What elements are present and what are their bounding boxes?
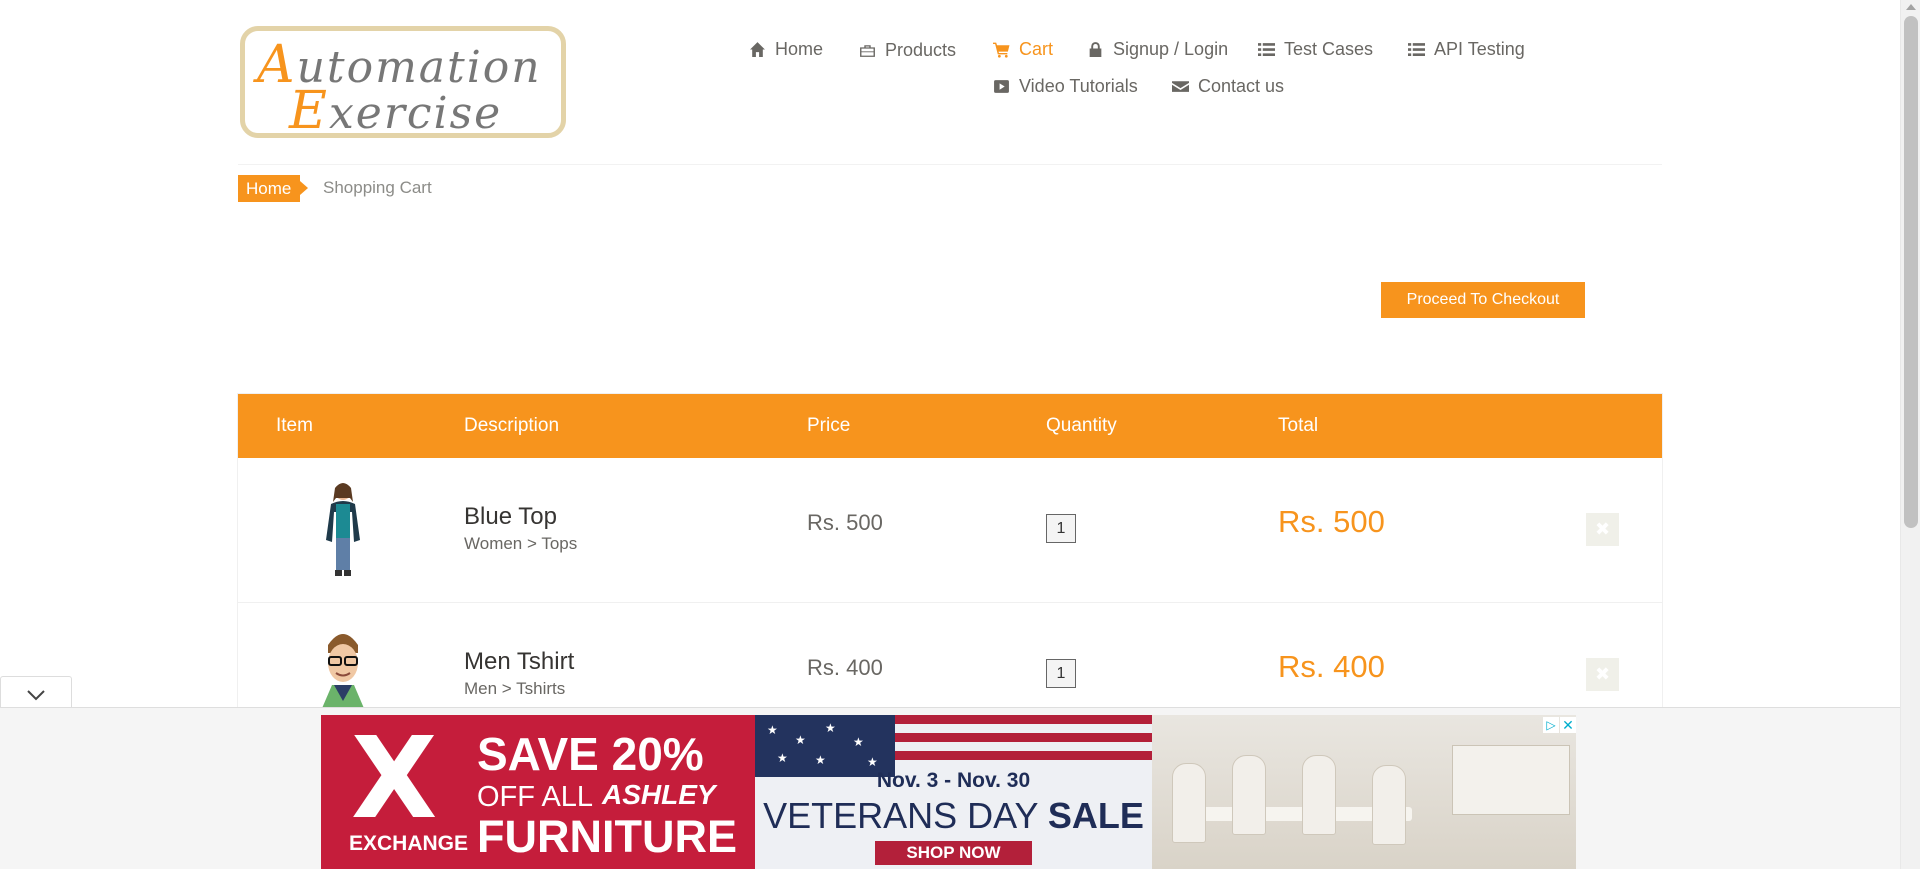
- ad-furniture-text: FURNITURE: [477, 811, 737, 862]
- ad-chair: [1232, 755, 1266, 835]
- header-price: Price: [807, 415, 851, 436]
- list-icon: [1408, 43, 1425, 56]
- quantity-button[interactable]: 1: [1046, 659, 1076, 688]
- ad-banner[interactable]: X EXCHANGE SAVE 20% OFF ALL ASHLEY FURNI…: [321, 715, 1576, 869]
- breadcrumb-home[interactable]: Home: [238, 175, 309, 202]
- product-price: Rs. 400: [807, 655, 883, 680]
- ad-chair: [1172, 763, 1206, 843]
- cart-row: Blue Top Women > Tops Rs. 500 1 Rs. 500 …: [238, 458, 1662, 603]
- nav-item-products[interactable]: Products: [859, 40, 956, 61]
- product-image-men-tshirt[interactable]: [298, 623, 388, 713]
- flag-stripe: [895, 715, 1152, 724]
- cart-row: Men Tshirt Men > Tshirts Rs. 400 1 Rs. 4…: [238, 603, 1662, 713]
- header-quantity: Quantity: [1046, 415, 1117, 436]
- star-icon: ★: [767, 723, 778, 737]
- chevron-down-icon: [27, 690, 45, 701]
- site-logo[interactable]: Automation Exercise: [240, 26, 566, 141]
- times-icon: ✖: [1594, 664, 1611, 684]
- product-category: Women > Tops: [464, 534, 578, 553]
- nav-item-contact-us[interactable]: Contact us: [1172, 76, 1284, 97]
- product-name[interactable]: Blue Top: [464, 503, 557, 531]
- adchoices-icon[interactable]: ▷: [1543, 717, 1559, 733]
- ad-chair: [1302, 755, 1336, 835]
- product-total: Rs. 400: [1278, 649, 1385, 684]
- star-icon: ★: [867, 755, 878, 769]
- nav-item-cart[interactable]: Cart: [993, 39, 1053, 60]
- briefcase-icon: [860, 45, 875, 57]
- header-item: Item: [276, 415, 313, 436]
- nav-item-home[interactable]: Home: [749, 39, 823, 60]
- proceed-to-checkout-button[interactable]: Proceed To Checkout: [1381, 282, 1585, 318]
- exchange-label: EXCHANGE: [349, 832, 469, 855]
- ad-dates: Nov. 3 - Nov. 30: [876, 769, 1031, 792]
- product-price: Rs. 500: [807, 510, 883, 535]
- delete-item-button[interactable]: ✖: [1586, 658, 1619, 691]
- exchange-x-logo: X: [351, 715, 438, 844]
- envelope-icon: [1172, 81, 1189, 92]
- star-icon: ★: [777, 751, 788, 765]
- star-icon: ★: [815, 753, 826, 767]
- product-name[interactable]: Men Tshirt: [464, 648, 574, 676]
- ad-promo-panel: X EXCHANGE SAVE 20% OFF ALL ASHLEY FURNI…: [321, 715, 755, 869]
- ad-chair: [1372, 765, 1406, 845]
- ad-veterans-day-sale: VETERANS DAY SALE: [763, 795, 1144, 836]
- ad-sale-panel: ★ ★ ★ ★ ★ ★ ★ Nov. 3 - Nov. 30 VETERANS …: [755, 715, 1152, 869]
- page-scrollbar[interactable]: [1900, 0, 1920, 869]
- shopping-cart-icon: [993, 42, 1010, 58]
- delete-item-button[interactable]: ✖: [1586, 513, 1619, 546]
- product-image-blue-top[interactable]: [298, 478, 388, 582]
- ad-collapse-toggle[interactable]: [0, 676, 72, 708]
- nav-item-api-testing[interactable]: API Testing: [1408, 39, 1525, 60]
- nav-item-video-tutorials[interactable]: Video Tutorials: [993, 76, 1138, 97]
- logo-line-2: Exercise: [289, 81, 503, 141]
- cart-table: Item Description Price Quantity Total Bl…: [237, 393, 1663, 713]
- youtube-play-icon: [994, 80, 1009, 93]
- ad-cabinet: [1452, 745, 1570, 815]
- close-icon[interactable]: ✕: [1560, 717, 1576, 733]
- ad-dining-room-image: [1152, 715, 1576, 869]
- scroll-up-arrow-icon[interactable]: [1906, 4, 1916, 10]
- ad-shop-now-button[interactable]: SHOP NOW: [875, 841, 1032, 865]
- product-category: Men > Tshirts: [464, 679, 566, 698]
- quantity-button[interactable]: 1: [1046, 514, 1076, 543]
- scrollbar-thumb[interactable]: [1904, 16, 1918, 528]
- star-icon: ★: [795, 733, 806, 747]
- nav-item-signup-login[interactable]: Signup / Login: [1087, 39, 1228, 60]
- star-icon: ★: [853, 735, 864, 749]
- header-description: Description: [464, 415, 560, 436]
- nav-item-test-cases[interactable]: Test Cases: [1258, 39, 1373, 60]
- lock-icon: [1089, 42, 1102, 57]
- cart-table-header: Item Description Price Quantity Total: [238, 394, 1662, 458]
- header-total: Total: [1278, 415, 1319, 436]
- home-icon: [750, 42, 765, 57]
- times-icon: ✖: [1594, 519, 1611, 539]
- product-total: Rs. 500: [1278, 504, 1385, 539]
- header-divider: [238, 164, 1662, 165]
- ad-save-text: SAVE 20%: [477, 728, 704, 780]
- ashley-logo: ASHLEY: [602, 779, 716, 810]
- list-icon: [1258, 43, 1275, 56]
- flag-stripe: [895, 751, 1152, 760]
- star-icon: ★: [825, 721, 836, 735]
- ad-off-all-text: OFF ALL: [477, 781, 594, 813]
- flag-stripe: [895, 733, 1152, 742]
- breadcrumb-current: Shopping Cart: [323, 178, 432, 197]
